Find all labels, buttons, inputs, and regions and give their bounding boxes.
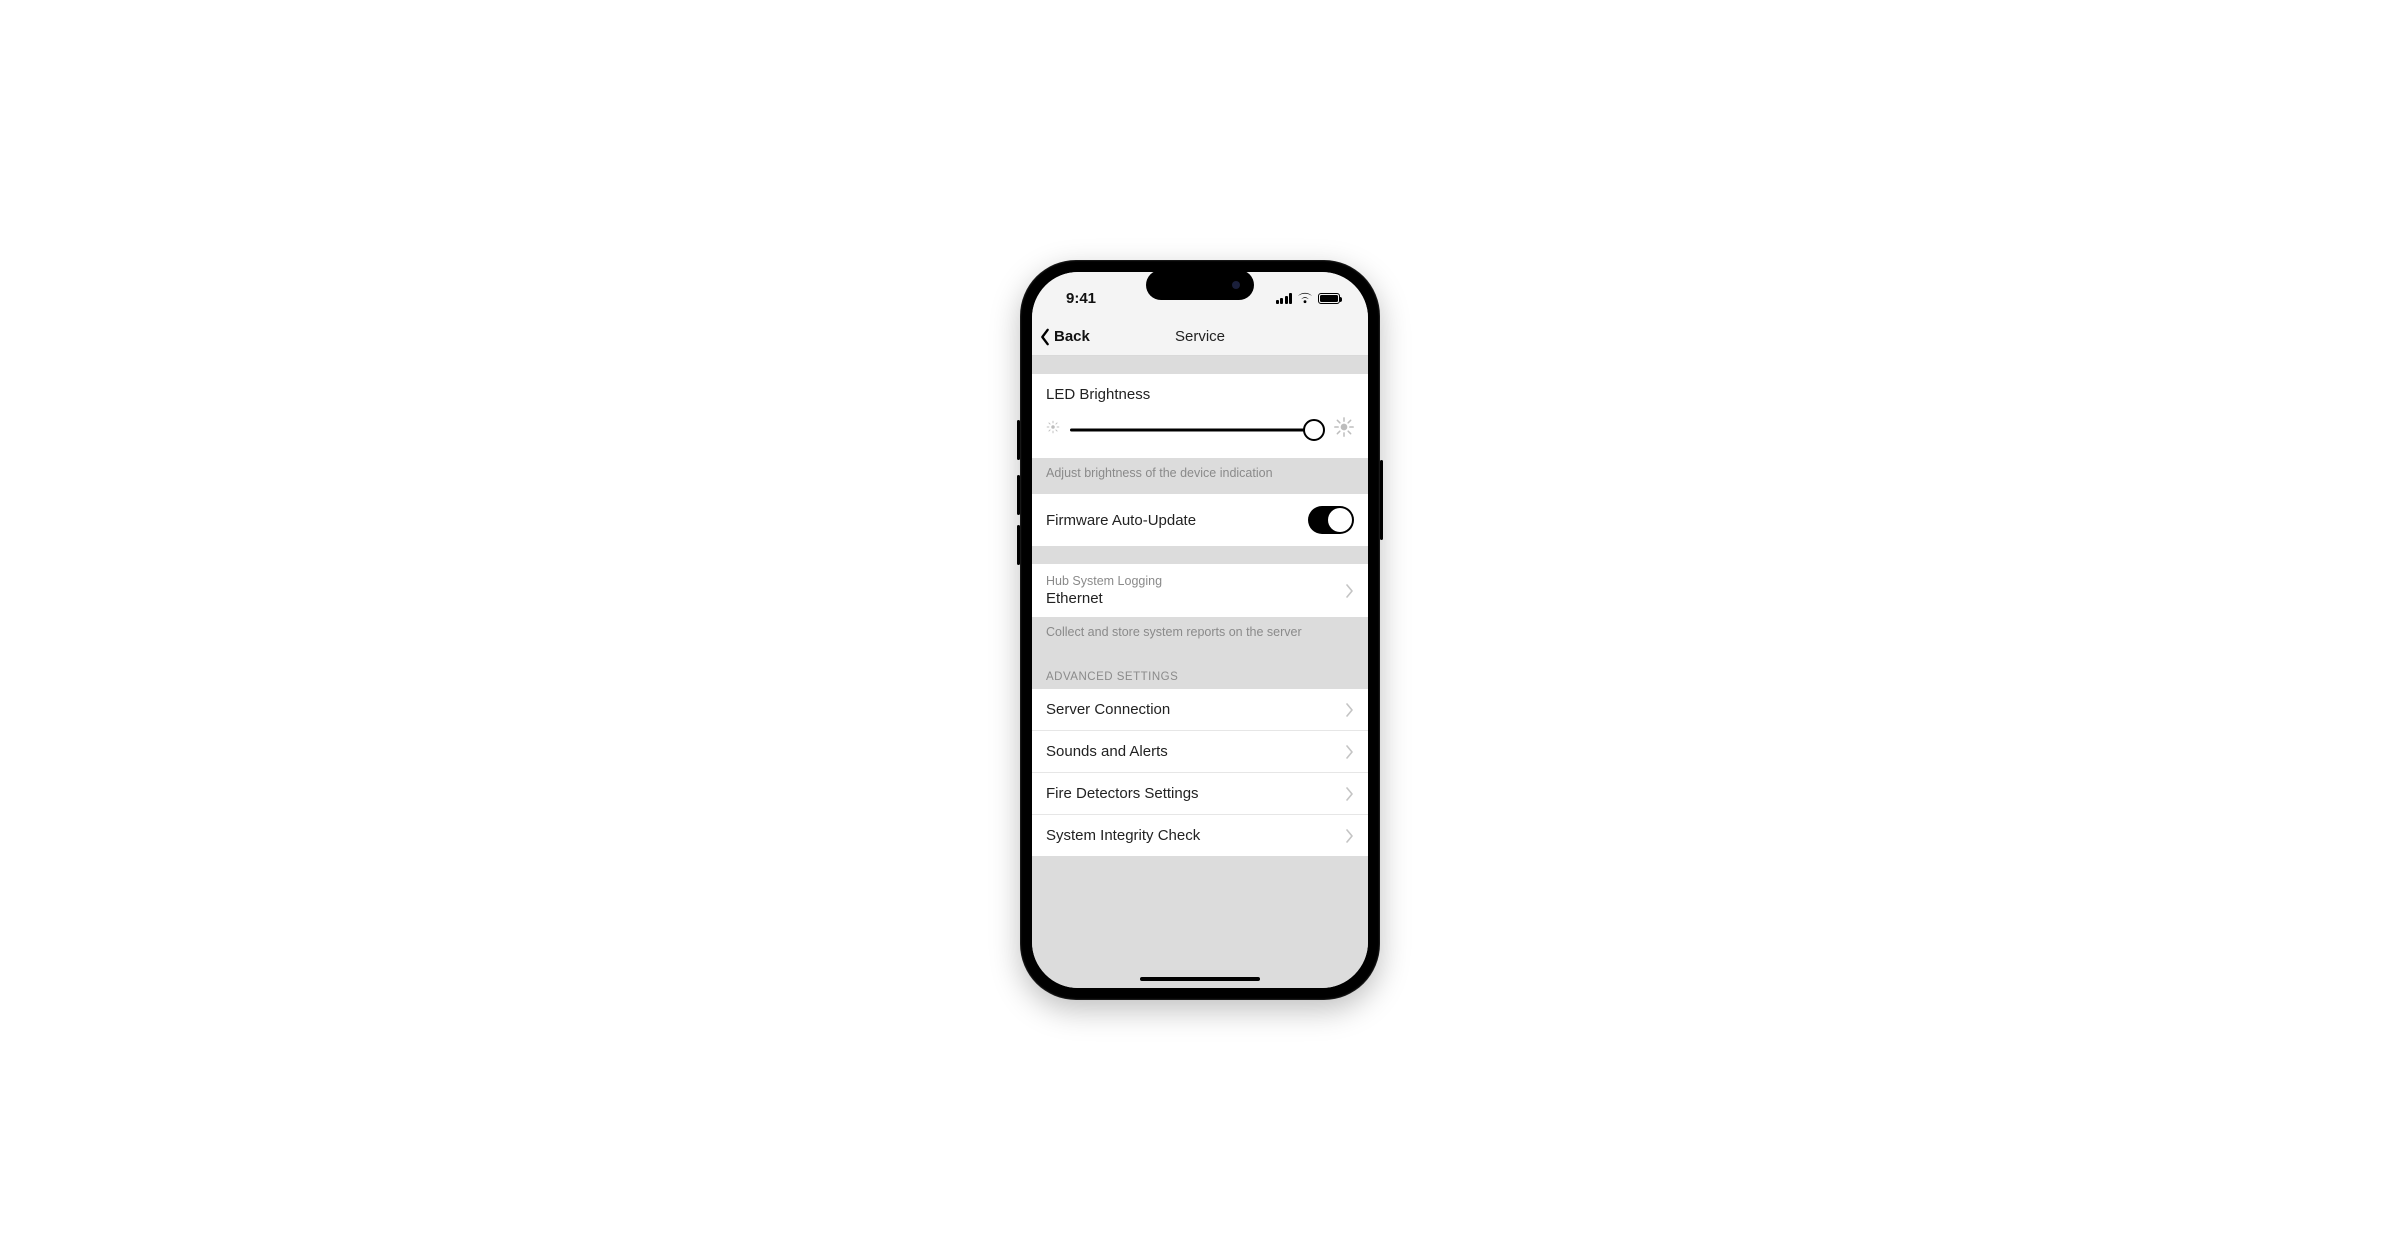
- cellular-icon: [1276, 293, 1293, 304]
- fire-detectors-cell[interactable]: Fire Detectors Settings: [1032, 773, 1368, 815]
- list-item-label: Sounds and Alerts: [1046, 743, 1338, 760]
- firmware-toggle[interactable]: [1308, 506, 1354, 534]
- brightness-high-icon: [1334, 417, 1354, 442]
- status-indicators: [1276, 292, 1341, 304]
- page-title: Service: [1175, 328, 1225, 345]
- firmware-auto-update-cell: Firmware Auto-Update: [1032, 494, 1368, 546]
- hub-logging-footer: Collect and store system reports on the …: [1032, 617, 1368, 653]
- chevron-right-icon: [1346, 584, 1354, 598]
- back-button[interactable]: Back: [1038, 328, 1175, 346]
- sounds-alerts-cell[interactable]: Sounds and Alerts: [1032, 731, 1368, 773]
- content-scroll[interactable]: LED Brightness Adjust brightness of the …: [1032, 356, 1368, 988]
- battery-icon: [1318, 293, 1340, 304]
- hub-logging-label: Hub System Logging: [1046, 574, 1338, 588]
- server-connection-cell[interactable]: Server Connection: [1032, 689, 1368, 731]
- navigation-bar: Back Service: [1032, 318, 1368, 356]
- brightness-footer: Adjust brightness of the device indicati…: [1032, 458, 1368, 494]
- dynamic-island: [1146, 270, 1254, 300]
- chevron-right-icon: [1346, 745, 1354, 759]
- status-time: 9:41: [1066, 290, 1096, 307]
- screen: 9:41 Back Service: [1032, 272, 1368, 988]
- phone-frame: 9:41 Back Service: [1020, 260, 1380, 1000]
- led-brightness-cell: LED Brightness: [1032, 374, 1368, 458]
- back-label: Back: [1054, 328, 1090, 345]
- slider-thumb[interactable]: [1303, 419, 1325, 441]
- chevron-right-icon: [1346, 703, 1354, 717]
- list-item-label: Fire Detectors Settings: [1046, 785, 1338, 802]
- list-item-label: System Integrity Check: [1046, 827, 1338, 844]
- advanced-header: ADVANCED SETTINGS: [1032, 653, 1368, 689]
- led-brightness-label: LED Brightness: [1046, 386, 1354, 403]
- chevron-right-icon: [1346, 787, 1354, 801]
- list-item-label: Server Connection: [1046, 701, 1338, 718]
- firmware-label: Firmware Auto-Update: [1046, 512, 1308, 529]
- system-integrity-cell[interactable]: System Integrity Check: [1032, 815, 1368, 856]
- brightness-low-icon: [1046, 420, 1060, 439]
- home-indicator[interactable]: [1140, 977, 1260, 981]
- wifi-icon: [1297, 292, 1313, 304]
- brightness-slider[interactable]: [1070, 419, 1324, 441]
- hub-logging-cell[interactable]: Hub System Logging Ethernet: [1032, 564, 1368, 617]
- chevron-left-icon: [1038, 328, 1052, 346]
- chevron-right-icon: [1346, 829, 1354, 843]
- hub-logging-value: Ethernet: [1046, 590, 1338, 607]
